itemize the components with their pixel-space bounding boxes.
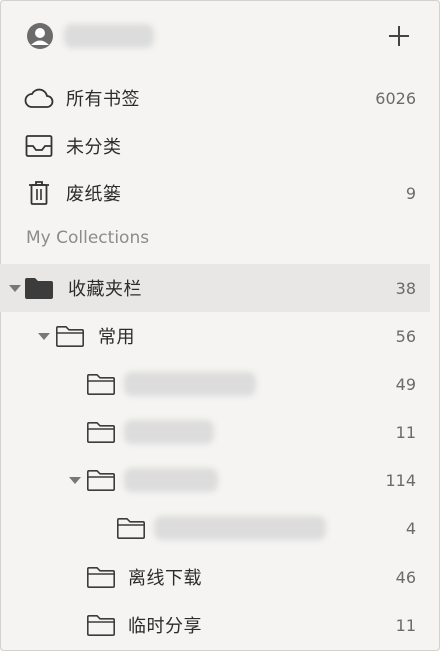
collection-sub2[interactable]: 11 bbox=[0, 408, 440, 456]
sub3a-count: 4 bbox=[405, 518, 416, 538]
all-bookmarks-count: 6026 bbox=[375, 88, 416, 108]
common-label: 常用 bbox=[98, 327, 135, 348]
nav-trash[interactable]: 废纸篓 9 bbox=[0, 169, 440, 217]
sub1-label bbox=[124, 372, 256, 396]
common-count: 56 bbox=[395, 326, 416, 346]
plus-icon[interactable] bbox=[388, 25, 410, 47]
collection-offline[interactable]: 离线下载 46 bbox=[0, 553, 440, 601]
account-row[interactable] bbox=[0, 12, 440, 60]
sub2-label bbox=[124, 420, 214, 444]
folder-icon bbox=[86, 468, 116, 492]
inbox-icon bbox=[25, 134, 53, 158]
cloud-icon bbox=[24, 86, 54, 110]
sub3a-label bbox=[154, 516, 326, 540]
sub1-count: 49 bbox=[395, 374, 416, 394]
sub3-count: 114 bbox=[385, 470, 416, 490]
folder-filled-icon bbox=[24, 276, 54, 300]
sub2-count: 11 bbox=[395, 422, 416, 442]
collection-favorites[interactable]: 收藏夹栏 38 bbox=[0, 264, 430, 312]
collections-section-title: My Collections bbox=[26, 228, 150, 248]
collection-common[interactable]: 常用 56 bbox=[0, 312, 440, 360]
caret-down-icon[interactable] bbox=[9, 284, 21, 292]
folder-icon bbox=[86, 372, 116, 396]
folder-icon bbox=[86, 565, 116, 589]
folder-icon bbox=[86, 613, 116, 637]
trash-label: 废纸篓 bbox=[66, 184, 122, 205]
folder-icon bbox=[116, 516, 146, 540]
favorites-count: 38 bbox=[395, 278, 416, 298]
user-avatar-icon[interactable] bbox=[26, 22, 54, 50]
nav-all-bookmarks[interactable]: 所有书签 6026 bbox=[0, 74, 440, 122]
offline-count: 46 bbox=[395, 567, 416, 587]
offline-label: 离线下载 bbox=[128, 568, 202, 589]
temp-share-count: 11 bbox=[395, 615, 416, 635]
sub3-label bbox=[124, 468, 218, 492]
favorites-label: 收藏夹栏 bbox=[68, 279, 142, 300]
caret-down-icon[interactable] bbox=[38, 332, 50, 340]
account-name bbox=[64, 24, 154, 48]
collection-sub1[interactable]: 49 bbox=[0, 360, 440, 408]
folder-icon bbox=[55, 324, 85, 348]
nav-unsorted[interactable]: 未分类 bbox=[0, 122, 440, 170]
folder-icon bbox=[86, 420, 116, 444]
collection-sub3a[interactable]: 4 bbox=[0, 504, 440, 552]
trash-icon bbox=[27, 180, 51, 206]
caret-down-icon[interactable] bbox=[69, 476, 81, 484]
collection-sub3[interactable]: 114 bbox=[0, 456, 440, 504]
all-bookmarks-label: 所有书签 bbox=[66, 89, 140, 110]
collection-temp-share[interactable]: 临时分享 11 bbox=[0, 601, 440, 649]
unsorted-label: 未分类 bbox=[66, 137, 122, 158]
temp-share-label: 临时分享 bbox=[128, 616, 202, 637]
trash-count: 9 bbox=[405, 183, 416, 203]
